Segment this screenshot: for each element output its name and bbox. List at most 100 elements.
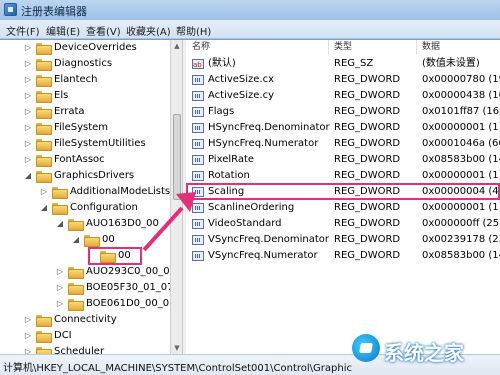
collapse-icon[interactable]: ◢ — [24, 168, 32, 184]
value-name: HSyncFreq.Denominator — [208, 122, 330, 133]
value-row[interactable]: Flags REG_DWORD 0x0101ff87 (169 — [186, 104, 500, 120]
folder-icon — [36, 315, 52, 327]
menu-favorites[interactable]: 收藏夹(A) — [126, 23, 171, 38]
value-type: REG_DWORD — [334, 154, 401, 165]
value-type: REG_DWORD — [334, 138, 401, 149]
annotation-arrow — [142, 192, 196, 252]
tree-node[interactable]: ▷ FileSystemUtilities — [0, 136, 170, 152]
value-row[interactable]: PixelRate REG_DWORD 0x08583b00 (14 — [186, 152, 500, 168]
binary-value-icon — [192, 155, 204, 165]
tree-node-label: BOE05F30_01_07D — [86, 282, 170, 293]
value-type: REG_DWORD — [334, 250, 401, 261]
tree-node[interactable]: ▷ AUO293C0_00_07 — [0, 264, 170, 280]
column-separator[interactable] — [416, 40, 417, 54]
tree-node[interactable]: ▷ BOE05F30_01_07D — [0, 280, 170, 296]
values-list: 名称 类型 数据 (默认) REG_SZ (数值未设置) ActiveSize.cx R… — [186, 40, 500, 354]
value-name: HSyncFreq.Numerator — [208, 138, 319, 149]
scroll-up-icon[interactable]: ▲ — [173, 42, 181, 50]
expand-icon[interactable]: ▷ — [24, 328, 32, 344]
status-path: 计算机\HKEY_LOCAL_MACHINE\SYSTEM\ControlSet… — [3, 363, 352, 374]
value-row[interactable]: VSyncFreq.Denominator REG_DWORD 0x00239178… — [186, 232, 500, 248]
value-row[interactable]: ActiveSize.cx REG_DWORD 0x00000780 (19 — [186, 72, 500, 88]
value-row[interactable]: (默认) REG_SZ (数值未设置) — [186, 56, 500, 73]
folder-icon — [36, 123, 52, 135]
tree-node-label: FontAssoc — [54, 154, 105, 165]
folder-icon — [68, 299, 84, 311]
tree-node[interactable]: ▷ DCI — [0, 328, 170, 344]
expand-icon[interactable]: ▷ — [40, 184, 48, 200]
binary-value-icon — [192, 139, 204, 149]
folder-icon — [36, 91, 52, 103]
selected-node-highlight — [88, 247, 142, 265]
value-type: REG_DWORD — [334, 122, 401, 133]
tree-node[interactable]: ▷ DeviceOverrides — [0, 40, 170, 56]
value-row[interactable]: ScanlineOrdering REG_DWORD 0x00000001 (1) — [186, 200, 500, 216]
column-header-type[interactable]: 类型 — [334, 40, 352, 54]
tree-node-label: 00 — [102, 234, 115, 245]
value-name: PixelRate — [208, 154, 255, 165]
collapse-icon[interactable]: ◢ — [72, 232, 80, 248]
value-name: ActiveSize.cy — [208, 90, 275, 101]
value-row[interactable]: VideoStandard REG_DWORD 0x000000ff (255 — [186, 216, 500, 232]
value-data: (数值未设置) — [422, 58, 480, 69]
expand-icon[interactable]: ▷ — [24, 152, 32, 168]
tree-node[interactable]: ▷ BOE061D0_00_07 — [0, 296, 170, 312]
expand-icon[interactable]: ▷ — [24, 312, 32, 328]
tree-node-label: FileSystem — [54, 122, 109, 133]
value-row[interactable]: VSyncFreq.Numerator REG_DWORD 0x08583b00 (… — [186, 248, 500, 264]
menu-view[interactable]: 查看(V) — [86, 23, 121, 38]
tree-node[interactable]: ▷ Scheduler — [0, 344, 170, 354]
value-name: ScanlineOrdering — [208, 202, 295, 213]
folder-icon — [68, 219, 84, 231]
column-separator[interactable] — [328, 40, 329, 54]
value-data: 0x08583b00 (14 — [422, 154, 500, 165]
folder-icon — [36, 331, 52, 343]
value-row[interactable]: Rotation REG_DWORD 0x00000001 (1) — [186, 168, 500, 184]
expand-icon[interactable]: ▷ — [24, 120, 32, 136]
tree-node[interactable]: ▷ Els — [0, 88, 170, 104]
value-data: 0x000000ff (255 — [422, 218, 500, 229]
tree-node[interactable]: ▷ Elantech — [0, 72, 170, 88]
expand-icon[interactable]: ▷ — [24, 88, 32, 104]
value-data: 0x00239178 (23 — [422, 234, 500, 245]
tree-node[interactable]: ▷ Diagnostics — [0, 56, 170, 72]
menu-help[interactable]: 帮助(H) — [176, 23, 211, 38]
value-data: 0x00000001 (1) — [422, 202, 500, 213]
value-row[interactable]: HSyncFreq.Numerator REG_DWORD 0x0001046a (… — [186, 136, 500, 152]
tree-node-label: FileSystemUtilities — [54, 138, 146, 149]
expand-icon[interactable]: ▷ — [24, 344, 32, 354]
value-name: Rotation — [208, 170, 250, 181]
value-name: VSyncFreq.Numerator — [208, 250, 318, 261]
value-row[interactable]: HSyncFreq.Denominator REG_DWORD 0x00000001… — [186, 120, 500, 136]
binary-value-icon — [192, 91, 204, 101]
value-type: REG_DWORD — [334, 90, 401, 101]
tree-node[interactable]: ▷ Errata — [0, 104, 170, 120]
watermark: 系统之家 — [352, 330, 492, 370]
folder-icon — [68, 283, 84, 295]
scroll-down-icon[interactable]: ▼ — [173, 344, 181, 352]
expand-icon[interactable]: ▷ — [24, 104, 32, 120]
watermark-logo-icon — [352, 334, 380, 362]
expand-icon[interactable]: ▷ — [24, 40, 32, 56]
menu-file[interactable]: 文件(F) — [6, 23, 40, 38]
value-name: VSyncFreq.Denominator — [208, 234, 329, 245]
collapse-icon[interactable]: ◢ — [56, 216, 64, 232]
value-row[interactable]: ActiveSize.cy REG_DWORD 0x00000438 (10 — [186, 88, 500, 104]
tree-node-label: Scheduler — [54, 346, 105, 354]
expand-icon[interactable]: ▷ — [56, 264, 64, 280]
folder-icon — [52, 203, 68, 215]
tree-node[interactable]: ▷ FileSystem — [0, 120, 170, 136]
collapse-icon[interactable]: ◢ — [40, 200, 48, 216]
tree-node[interactable]: ▷ FontAssoc — [0, 152, 170, 168]
expand-icon[interactable]: ▷ — [24, 56, 32, 72]
expand-icon[interactable]: ▷ — [24, 72, 32, 88]
column-header-name[interactable]: 名称 — [192, 40, 210, 54]
column-header-data[interactable]: 数据 — [422, 40, 440, 54]
folder-icon — [36, 59, 52, 71]
expand-icon[interactable]: ▷ — [24, 136, 32, 152]
scaling-highlight — [186, 183, 500, 200]
menu-edit[interactable]: 编辑(E) — [46, 23, 80, 38]
tree-node[interactable]: ▷ Connectivity — [0, 312, 170, 328]
expand-icon[interactable]: ▷ — [56, 280, 64, 296]
expand-icon[interactable]: ▷ — [56, 296, 64, 312]
